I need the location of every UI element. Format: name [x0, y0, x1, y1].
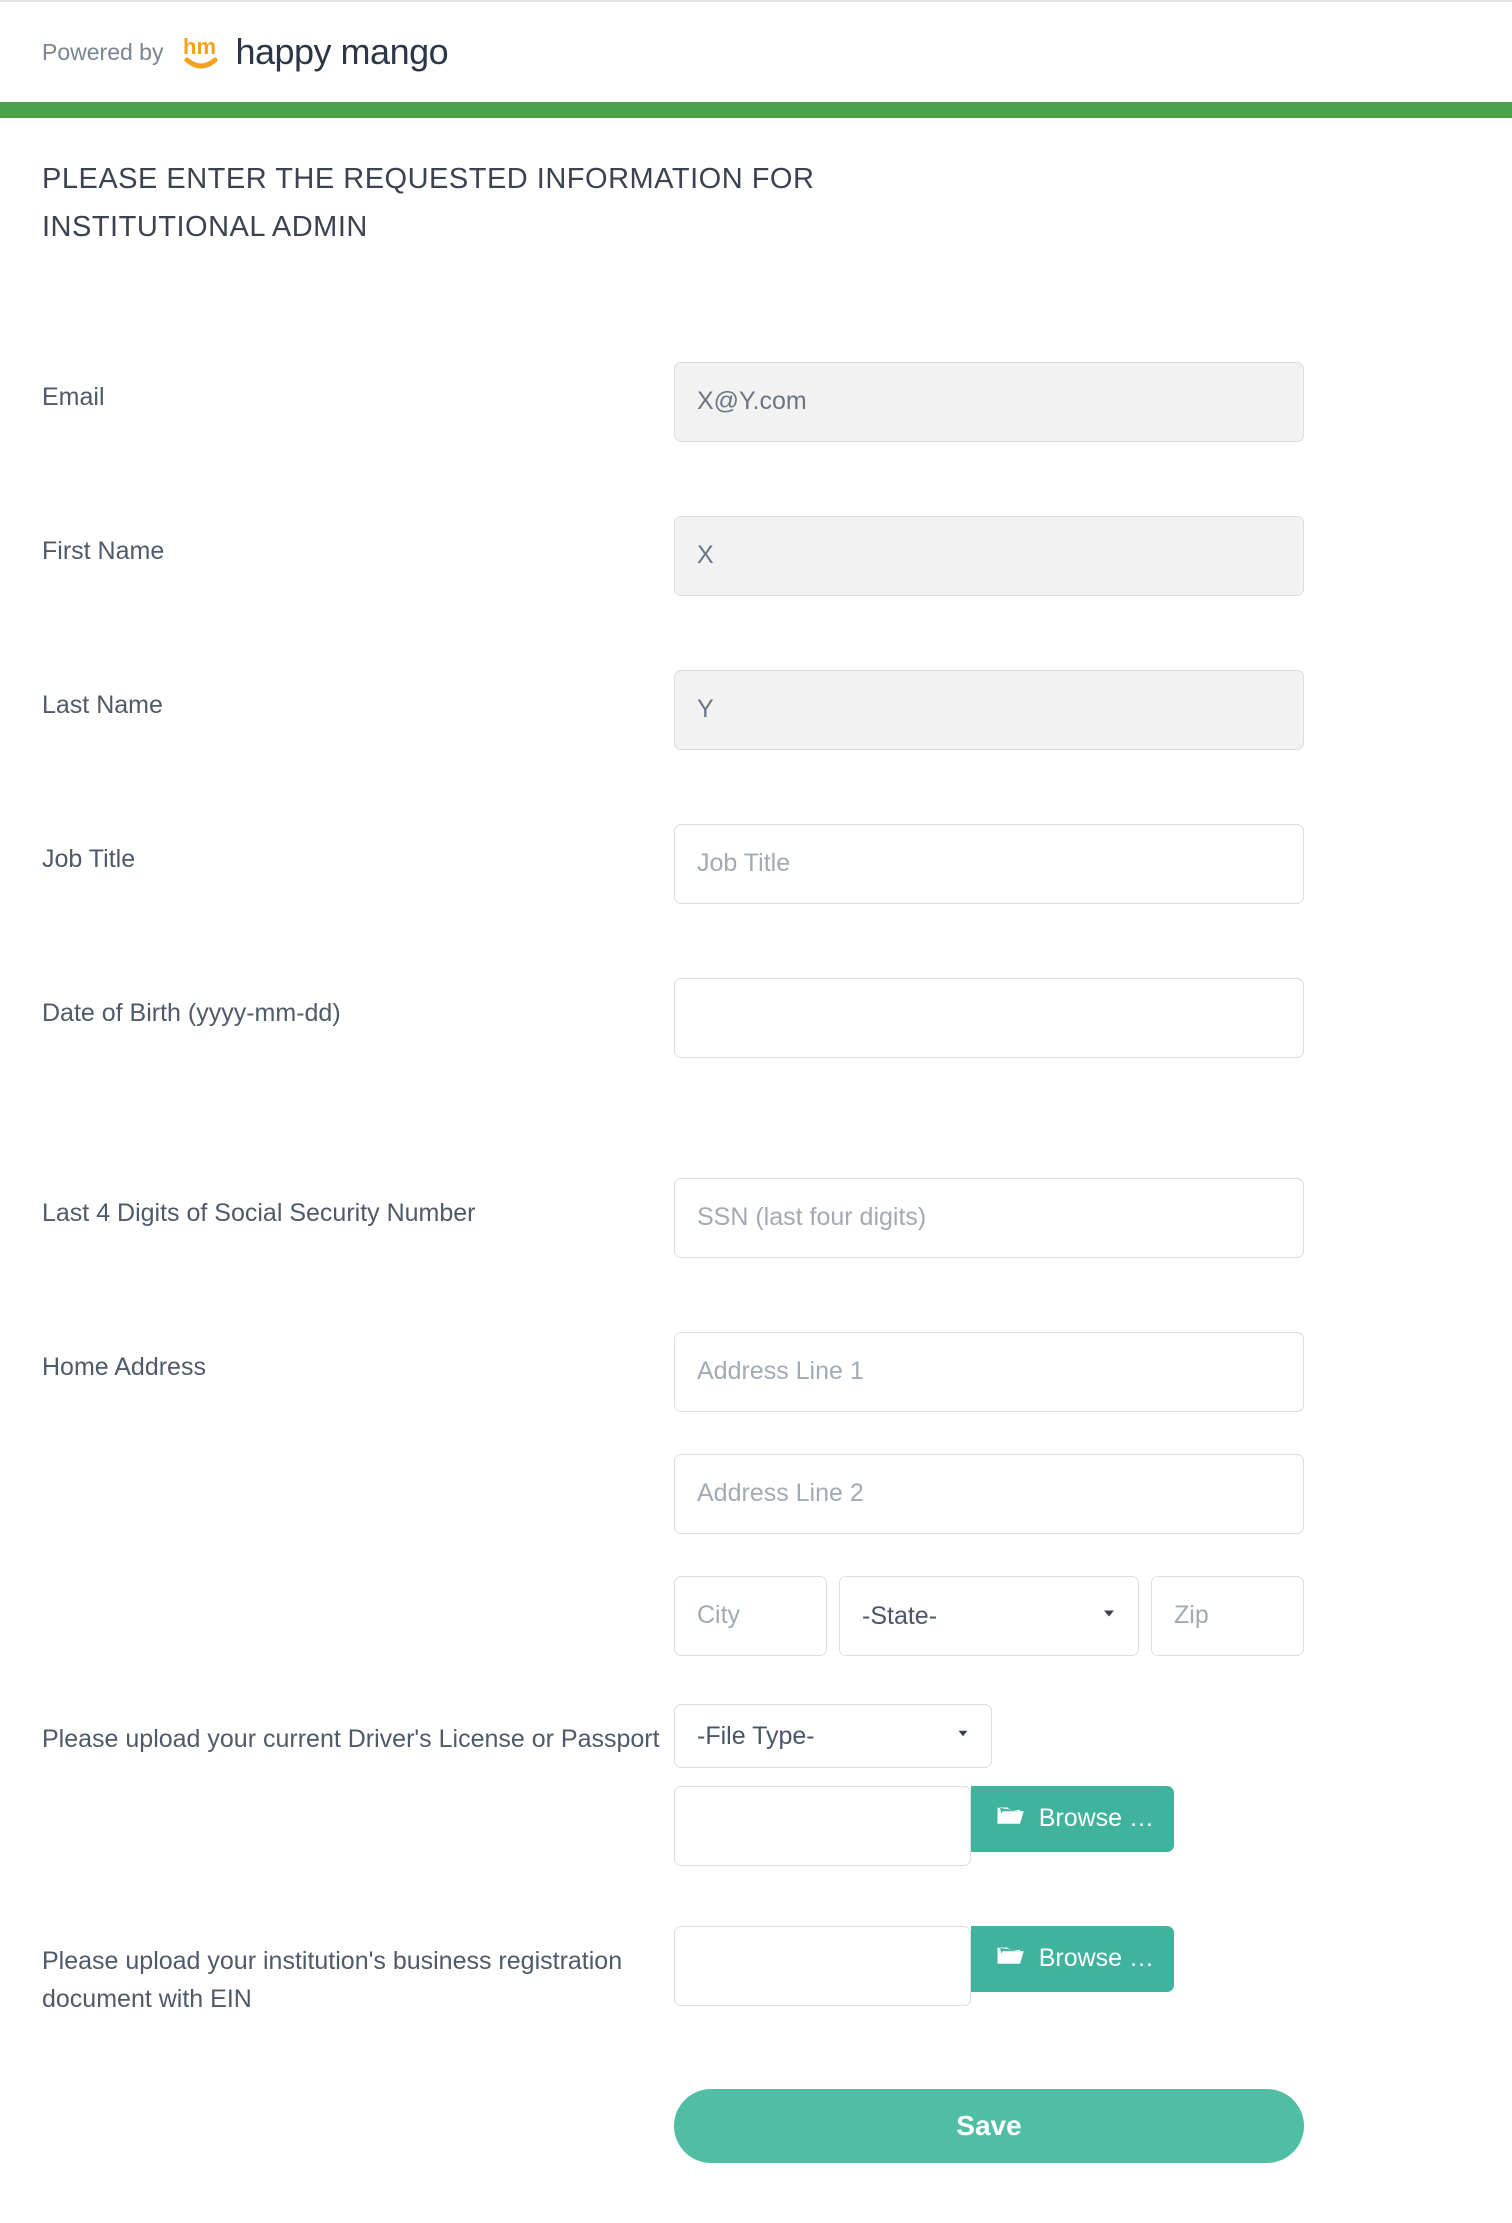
dob-label: Date of Birth (yyyy-mm-dd): [42, 999, 341, 1027]
brand-logo: hm happy mango: [179, 30, 448, 74]
address-line2-input[interactable]: [674, 1454, 1304, 1534]
id-browse-button[interactable]: Browse …: [971, 1786, 1174, 1852]
brand-text: happy mango: [235, 31, 448, 73]
page-content: PLEASE ENTER THE REQUESTED INFORMATION F…: [0, 118, 1512, 2223]
ssn-input[interactable]: [674, 1178, 1304, 1258]
job-title-input[interactable]: [674, 824, 1304, 904]
zip-input[interactable]: [1151, 1576, 1304, 1656]
id-upload-label: Please upload your current Driver's Lice…: [42, 1725, 660, 1753]
id-file-path[interactable]: [674, 1786, 971, 1866]
file-type-select[interactable]: -File Type-: [674, 1704, 992, 1768]
email-input: [674, 362, 1304, 442]
save-button[interactable]: Save: [674, 2089, 1304, 2163]
biz-upload-label: Please upload your institution's busines…: [42, 1947, 622, 2014]
first-name-input: [674, 516, 1304, 596]
page-title: PLEASE ENTER THE REQUESTED INFORMATION F…: [42, 156, 942, 252]
header: Powered by hm happy mango: [0, 2, 1512, 102]
folder-open-icon: [995, 1940, 1025, 1977]
email-label: Email: [42, 383, 105, 411]
biz-file-path[interactable]: [674, 1926, 971, 2006]
browse-label: Browse …: [1039, 1944, 1154, 1973]
last-name-input: [674, 670, 1304, 750]
biz-browse-button[interactable]: Browse …: [971, 1926, 1174, 1992]
dob-input[interactable]: [674, 978, 1304, 1058]
happy-mango-icon: hm: [179, 30, 223, 74]
last-name-label: Last Name: [42, 691, 163, 719]
folder-open-icon: [995, 1800, 1025, 1837]
address-label: Home Address: [42, 1353, 206, 1381]
first-name-label: First Name: [42, 537, 164, 565]
job-title-label: Job Title: [42, 845, 135, 873]
admin-form: Email First Name Last Name Job T: [42, 362, 1470, 2164]
city-input[interactable]: [674, 1576, 827, 1656]
green-divider: [0, 102, 1512, 118]
powered-by-label: Powered by: [42, 39, 163, 66]
svg-text:hm: hm: [183, 34, 216, 59]
browse-label: Browse …: [1039, 1804, 1154, 1833]
ssn-label: Last 4 Digits of Social Security Number: [42, 1199, 476, 1227]
state-select[interactable]: -State-: [839, 1576, 1139, 1656]
address-line1-input[interactable]: [674, 1332, 1304, 1412]
